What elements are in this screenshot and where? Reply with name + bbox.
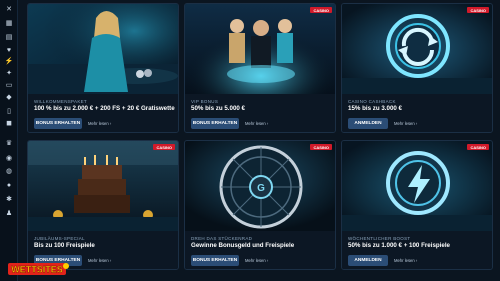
chevron-right-icon: ›: [109, 258, 112, 263]
svg-text:WETTSITES: WETTSITES: [11, 265, 63, 275]
ticket-icon[interactable]: ◍: [4, 168, 14, 176]
read-more-label: Mehr lesen: [394, 121, 415, 126]
read-more-link[interactable]: Mehr lesen ›: [394, 258, 417, 263]
promo-category: Casino Cashback: [348, 99, 396, 104]
register-button[interactable]: ANMELDEN: [348, 118, 388, 129]
user-icon[interactable]: ♟: [4, 210, 14, 218]
promo-info: Casino Cashback 15% bis zu 3.000 € ANMEL…: [342, 94, 492, 132]
promo-card-anniversary[interactable]: CASINO Jubiläums-Special Bis zu 100 Frei…: [27, 140, 179, 270]
promo-card-wheel[interactable]: G CASINO Dreh das Stückenrad Gewinne Bon…: [184, 140, 336, 270]
svg-text:G: G: [257, 183, 265, 194]
casino-badge: CASINO: [310, 144, 332, 150]
chat-icon[interactable]: ◼: [4, 120, 14, 128]
read-more-link[interactable]: Mehr lesen ›: [394, 121, 417, 126]
promo-title: Bis zu 100 Freispiele: [34, 242, 95, 249]
cog-icon[interactable]: ✱: [4, 196, 14, 204]
card-icon[interactable]: ▭: [4, 82, 14, 90]
promo-category: Wöchentlicher Boost: [348, 236, 411, 241]
promo-category: VIP Bonus: [191, 99, 219, 104]
promotions-page: ✕ ▦ ▤ ♥ ⚡ ✦ ▭ ◆ ▯ ◼ ♛ ◉ ◍ ● ✱ ♟ WILLKOMM…: [0, 0, 500, 281]
promo-category: Dreh das Stückenrad: [191, 236, 253, 241]
promo-info: Dreh das Stückenrad Gewinne Bonusgeld un…: [185, 231, 335, 269]
promo-image-wheel: G: [185, 141, 335, 231]
promo-image-boost: [342, 141, 492, 231]
promo-card-welcome[interactable]: Willkommenspaket 100 % bis zu 2.000 € + …: [27, 3, 179, 133]
read-more-label: Mehr lesen: [245, 258, 266, 263]
promo-image-anniversary: [28, 141, 178, 231]
read-more-label: Mehr lesen: [88, 258, 109, 263]
globe-icon[interactable]: ◉: [4, 155, 14, 163]
promo-image-welcome: [28, 4, 178, 94]
x-close-icon[interactable]: ✕: [4, 6, 14, 14]
promo-title: 50% bis zu 1.000 € + 100 Freispiele: [348, 242, 450, 249]
bonus-button[interactable]: BONUS ERHALTEN: [34, 118, 82, 129]
promo-card-weekly-boost[interactable]: CASINO Wöchentlicher Boost 50% bis zu 1.…: [341, 140, 493, 270]
casino-badge: CASINO: [310, 7, 332, 13]
promo-info: Willkommenspaket 100 % bis zu 2.000 € + …: [28, 94, 178, 132]
chevron-right-icon: ›: [415, 258, 418, 263]
chevron-right-icon: ›: [415, 121, 418, 126]
promo-card-vip[interactable]: CASINO VIP Bonus 50% bis zu 5.000 € BONU…: [184, 3, 336, 133]
grid-icon[interactable]: ▤: [4, 34, 14, 42]
trophy-icon[interactable]: ♛: [4, 140, 14, 148]
promo-title: Gewinne Bonusgeld und Freispiele: [191, 242, 295, 249]
read-more-link[interactable]: Mehr lesen ›: [245, 121, 268, 126]
casino-badge: CASINO: [153, 144, 175, 150]
gift-icon[interactable]: ✦: [4, 70, 14, 78]
lightning-icon[interactable]: ⚡: [4, 58, 14, 66]
promo-title: 15% bis zu 3.000 €: [348, 105, 402, 112]
chevron-right-icon: ›: [266, 258, 269, 263]
promo-info: VIP Bonus 50% bis zu 5.000 € BONUS ERHAL…: [185, 94, 335, 132]
promo-image-cashback: [342, 4, 492, 94]
promo-image-vip: [185, 4, 335, 94]
promo-category: Jubiläums-Special: [34, 236, 85, 241]
read-more-label: Mehr lesen: [88, 121, 109, 126]
read-more-link[interactable]: Mehr lesen ›: [88, 258, 111, 263]
wettsites-logo: WETTSITES: [8, 262, 70, 276]
promo-card-cashback[interactable]: CASINO Casino Cashback 15% bis zu 3.000 …: [341, 3, 493, 133]
chevron-right-icon: ›: [266, 121, 269, 126]
read-more-link[interactable]: Mehr lesen ›: [88, 121, 111, 126]
promo-title: 50% bis zu 5.000 €: [191, 105, 245, 112]
casino-badge: CASINO: [467, 144, 489, 150]
bonus-button[interactable]: BONUS ERHALTEN: [191, 118, 239, 129]
register-button[interactable]: ANMELDEN: [348, 255, 388, 266]
shirt-icon[interactable]: ◆: [4, 94, 14, 102]
read-more-label: Mehr lesen: [245, 121, 266, 126]
bonus-button[interactable]: BONUS ERHALTEN: [191, 255, 239, 266]
read-more-label: Mehr lesen: [394, 258, 415, 263]
promo-info: Wöchentlicher Boost 50% bis zu 1.000 € +…: [342, 231, 492, 269]
phone-icon[interactable]: ▯: [4, 108, 14, 116]
heart-icon[interactable]: ♥: [4, 47, 14, 55]
coin-icon[interactable]: ●: [4, 182, 14, 190]
sidebar: ✕ ▦ ▤ ♥ ⚡ ✦ ▭ ◆ ▯ ◼ ♛ ◉ ◍ ● ✱ ♟: [0, 0, 18, 281]
promo-category: Willkommenspaket: [34, 99, 87, 104]
chevron-right-icon: ›: [109, 121, 112, 126]
casino-badge: CASINO: [467, 7, 489, 13]
slots-icon[interactable]: ▦: [4, 20, 14, 28]
read-more-link[interactable]: Mehr lesen ›: [245, 258, 268, 263]
promo-title: 100 % bis zu 2.000 € + 200 FS + 20 € Gra…: [34, 105, 175, 112]
